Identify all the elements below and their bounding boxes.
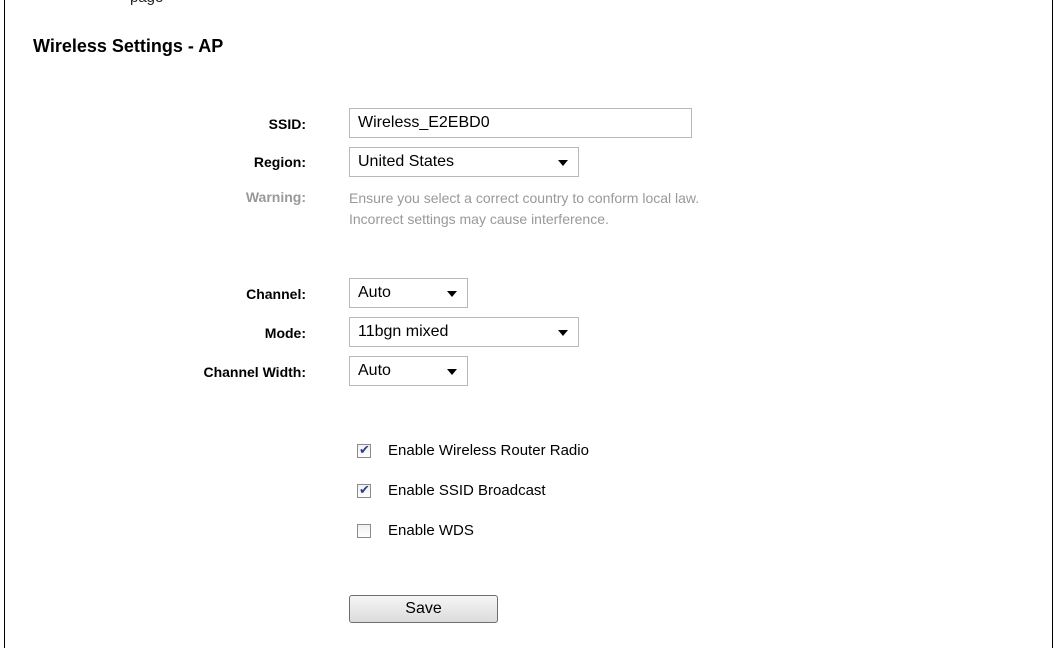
ssid-broadcast-label: Enable SSID Broadcast <box>388 482 546 499</box>
wds-checkbox[interactable] <box>357 524 371 538</box>
page-title: Wireless Settings - AP <box>33 36 224 56</box>
chevron-down-icon <box>558 160 568 166</box>
channel-label: Channel: <box>246 286 306 302</box>
warning-line-1: Ensure you select a correct country to c… <box>349 190 700 206</box>
channel-width-label: Channel Width: <box>203 364 306 380</box>
channel-width-select-value: Auto <box>358 362 391 379</box>
wireless-radio-label: Enable Wireless Router Radio <box>388 442 589 459</box>
warning-text: Ensure you select a correct country to c… <box>349 188 699 230</box>
channel-width-select[interactable]: Auto <box>349 356 468 386</box>
checkmark-icon: ✔ <box>359 443 370 458</box>
checkmark-icon: ✔ <box>359 483 370 498</box>
chevron-down-icon <box>558 330 568 336</box>
channel-select-value: Auto <box>358 284 391 301</box>
mode-select-value: 11bgn mixed <box>358 323 449 340</box>
ssid-label: SSID: <box>268 116 306 132</box>
chevron-down-icon <box>447 291 457 297</box>
mode-select[interactable]: 11bgn mixed <box>349 317 579 347</box>
save-button[interactable]: Save <box>349 595 498 623</box>
wireless-radio-checkbox[interactable]: ✔ <box>357 443 371 458</box>
warning-label: Warning: <box>245 189 306 205</box>
ssid-input[interactable] <box>349 108 692 138</box>
wds-label: Enable WDS <box>388 522 474 539</box>
mode-label: Mode: <box>264 325 306 341</box>
region-select[interactable]: United States <box>349 147 579 177</box>
channel-select[interactable]: Auto <box>349 278 468 308</box>
region-label: Region: <box>253 154 306 170</box>
warning-line-2: Incorrect settings may cause interferenc… <box>349 211 609 227</box>
region-select-value: United States <box>358 153 455 170</box>
chevron-down-icon <box>447 369 457 375</box>
ssid-broadcast-checkbox[interactable]: ✔ <box>357 483 371 498</box>
